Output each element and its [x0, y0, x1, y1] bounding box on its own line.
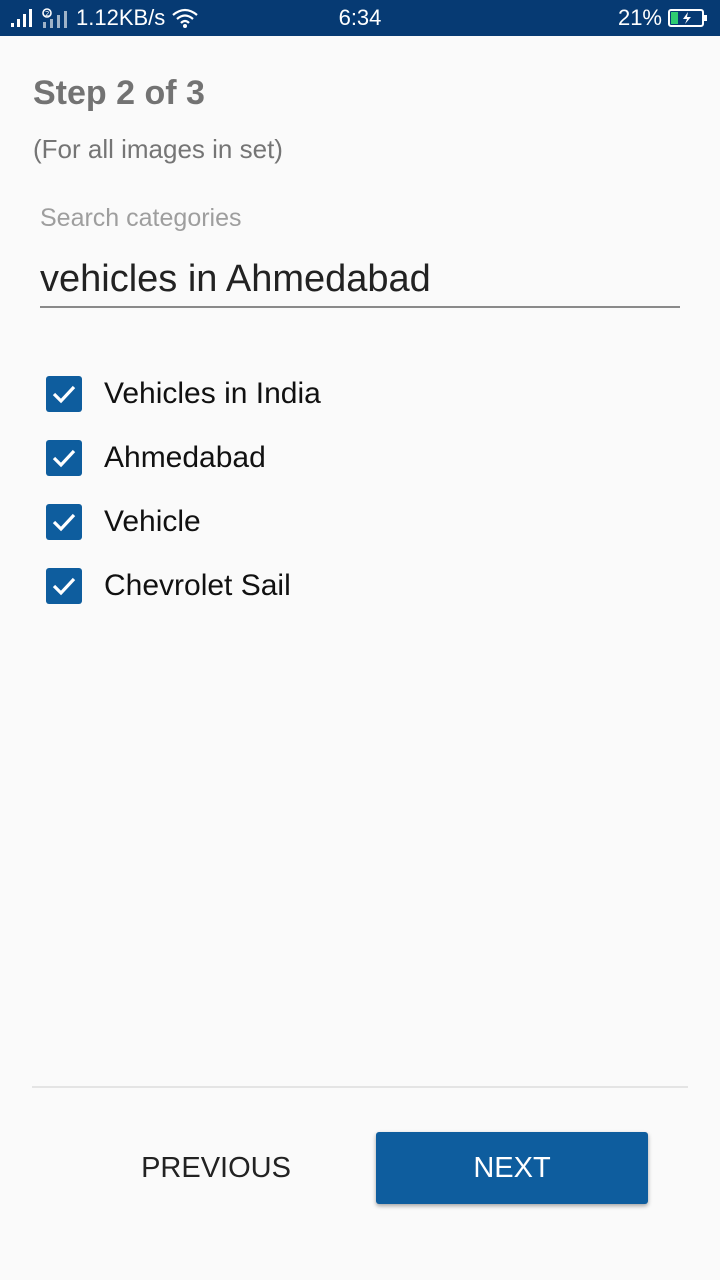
search-categories-label: Search categories [40, 204, 242, 232]
category-label: Ahmedabad [104, 441, 266, 474]
category-item-vehicle[interactable]: Vehicle [0, 490, 720, 554]
checkbox-checked[interactable] [46, 376, 82, 412]
category-label: Vehicles in India [104, 377, 321, 410]
checkmark-icon [52, 513, 76, 532]
category-list: Vehicles in India Ahmedabad Vehicle Chev… [0, 362, 720, 618]
previous-button[interactable]: PREVIOUS [96, 1132, 336, 1204]
checkbox-checked[interactable] [46, 568, 82, 604]
category-label: Chevrolet Sail [104, 569, 291, 602]
checkbox-checked[interactable] [46, 440, 82, 476]
checkmark-icon [52, 577, 76, 596]
step-title: Step 2 of 3 [33, 74, 205, 112]
next-button[interactable]: NEXT [376, 1132, 648, 1204]
search-categories-input[interactable] [40, 252, 680, 308]
category-label: Vehicle [104, 505, 201, 538]
step-subtitle: (For all images in set) [33, 134, 283, 164]
checkmark-icon [52, 449, 76, 468]
battery-charging-icon [668, 8, 708, 28]
checkbox-checked[interactable] [46, 504, 82, 540]
category-item-vehicles-in-india[interactable]: Vehicles in India [0, 362, 720, 426]
category-item-ahmedabad[interactable]: Ahmedabad [0, 426, 720, 490]
footer-divider [32, 1086, 688, 1088]
status-bar: 2 1.12KB/s 6:34 21% [0, 0, 720, 36]
status-bar-right: 21% [612, 0, 708, 36]
battery-percent: 21% [617, 5, 662, 30]
checkmark-icon [52, 385, 76, 404]
clock: 6:34 [338, 5, 382, 30]
category-item-chevrolet-sail[interactable]: Chevrolet Sail [0, 554, 720, 618]
